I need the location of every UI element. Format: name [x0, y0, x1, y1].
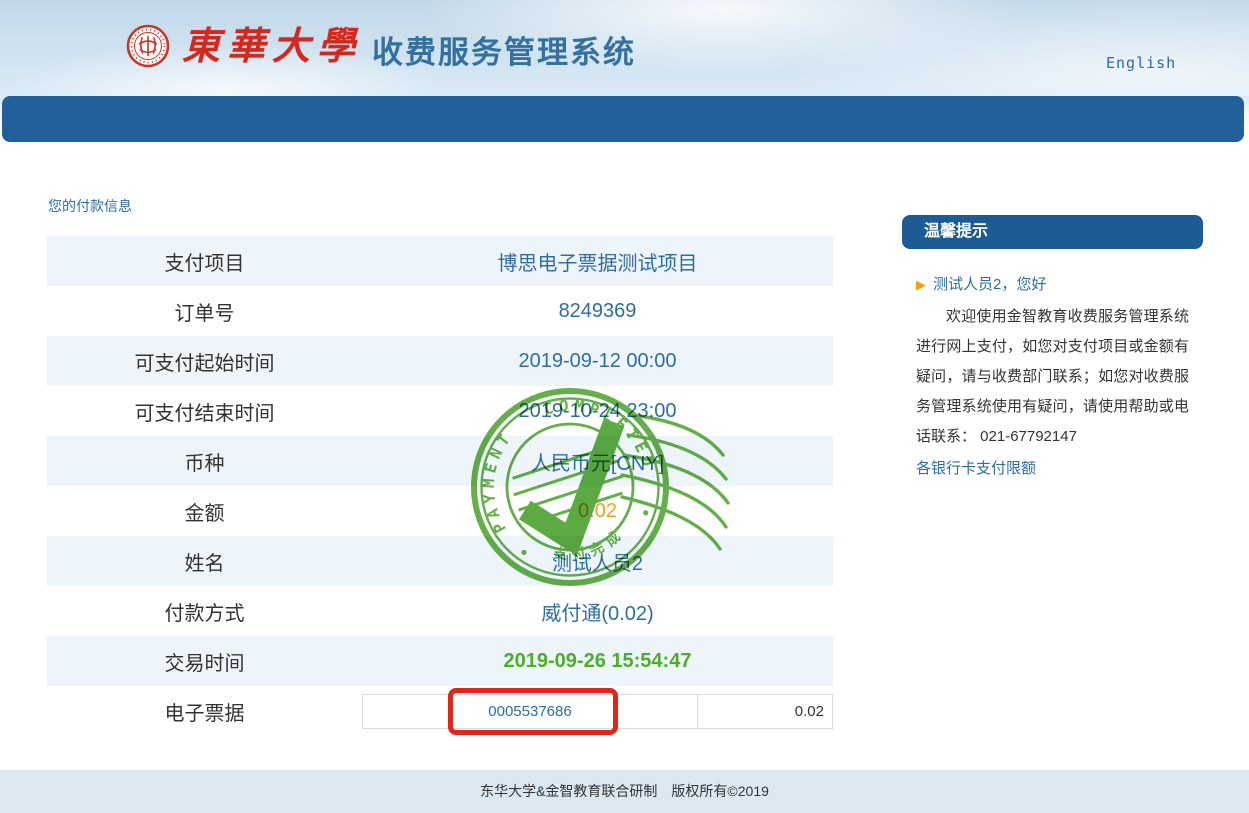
system-name: 收费服务管理系统: [372, 27, 636, 72]
invoice-inner-table: 0005537686 0.02: [362, 694, 833, 729]
row-label: 可支付结束时间: [47, 397, 362, 426]
transaction-time-value: 2019-09-26 15:54:47: [362, 650, 833, 673]
invoice-cells: 0005537686 0.02: [362, 694, 833, 729]
payment-section-title: 您的付款信息: [48, 196, 132, 216]
row-value: 人民币元[CNY]: [362, 447, 833, 476]
table-row: 可支付起始时间 2019-09-12 00:00: [47, 336, 833, 386]
row-value: 8249369: [362, 300, 833, 323]
table-row: 订单号 8249369: [47, 286, 833, 336]
nav-strip: [0, 96, 1249, 142]
row-label: 电子票据: [47, 697, 362, 726]
row-value: 2019-09-12 00:00: [362, 350, 833, 373]
university-name: 東華大學: [182, 16, 362, 76]
greeting-text: 测试人员2，您好: [933, 276, 1046, 293]
table-row: 可支付结束时间 2019-10-24 23:00: [47, 386, 833, 436]
row-value: 2019-10-24 23:00: [362, 400, 833, 423]
university-seal-icon: [126, 24, 170, 68]
triangle-bullet-icon: ▶: [916, 277, 926, 292]
row-value: 博思电子票据测试项目: [362, 247, 833, 276]
copyright-text: 东华大学&金智教育联合研制 版权所有©2019: [480, 783, 769, 799]
payment-table: 支付项目 博思电子票据测试项目 订单号 8249369 可支付起始时间 2019…: [47, 236, 833, 736]
logo-group: 東華大學 收费服务管理系统: [126, 16, 636, 76]
row-label: 姓名: [47, 547, 362, 576]
table-row: 交易时间 2019-09-26 15:54:47: [47, 636, 833, 686]
row-label: 金额: [47, 497, 362, 526]
table-row: 付款方式 威付通(0.02): [47, 586, 833, 636]
tips-message: 欢迎使用金智教育收费服务管理系统进行网上支付，如您对支付项目或金额有疑问，请与收…: [916, 302, 1189, 452]
nav-bar: [2, 96, 1244, 142]
row-label: 币种: [47, 447, 362, 476]
invoice-table-row: 电子票据 0005537686 0.02: [47, 686, 833, 736]
table-row: 支付项目 博思电子票据测试项目: [47, 236, 833, 286]
site-header: 東華大學 收费服务管理系统 English: [0, 0, 1249, 96]
tips-sidebar: 温馨提示 ▶ 测试人员2，您好 欢迎使用金智教育收费服务管理系统进行网上支付，如您…: [902, 215, 1203, 492]
tips-body: ▶ 测试人员2，您好 欢迎使用金智教育收费服务管理系统进行网上支付，如您对支付项目…: [902, 249, 1203, 492]
bank-card-limit-link[interactable]: 各银行卡支付限额: [916, 454, 1036, 484]
table-row: 金额 0.02: [47, 486, 833, 536]
row-value: 测试人员2: [362, 547, 833, 576]
invoice-number-link[interactable]: 0005537686: [363, 695, 698, 728]
tips-header: 温馨提示: [902, 215, 1203, 249]
amount-value: 0.02: [362, 500, 833, 523]
row-label: 可支付起始时间: [47, 347, 362, 376]
user-greeting: ▶ 测试人员2，您好: [916, 273, 1189, 294]
payment-result-page: 東華大學 收费服务管理系统 English 您的付款信息 支付项目 博思电子票据…: [0, 0, 1249, 813]
invoice-amount: 0.02: [698, 695, 832, 728]
row-label: 订单号: [47, 297, 362, 326]
english-language-link[interactable]: English: [1106, 54, 1176, 72]
row-label: 交易时间: [47, 647, 362, 676]
table-row: 姓名 测试人员2: [47, 536, 833, 586]
table-row: 币种 人民币元[CNY]: [47, 436, 833, 486]
row-label: 支付项目: [47, 247, 362, 276]
row-value: 威付通(0.02): [362, 597, 833, 626]
footer: 东华大学&金智教育联合研制 版权所有©2019: [0, 770, 1249, 813]
row-label: 付款方式: [47, 597, 362, 626]
